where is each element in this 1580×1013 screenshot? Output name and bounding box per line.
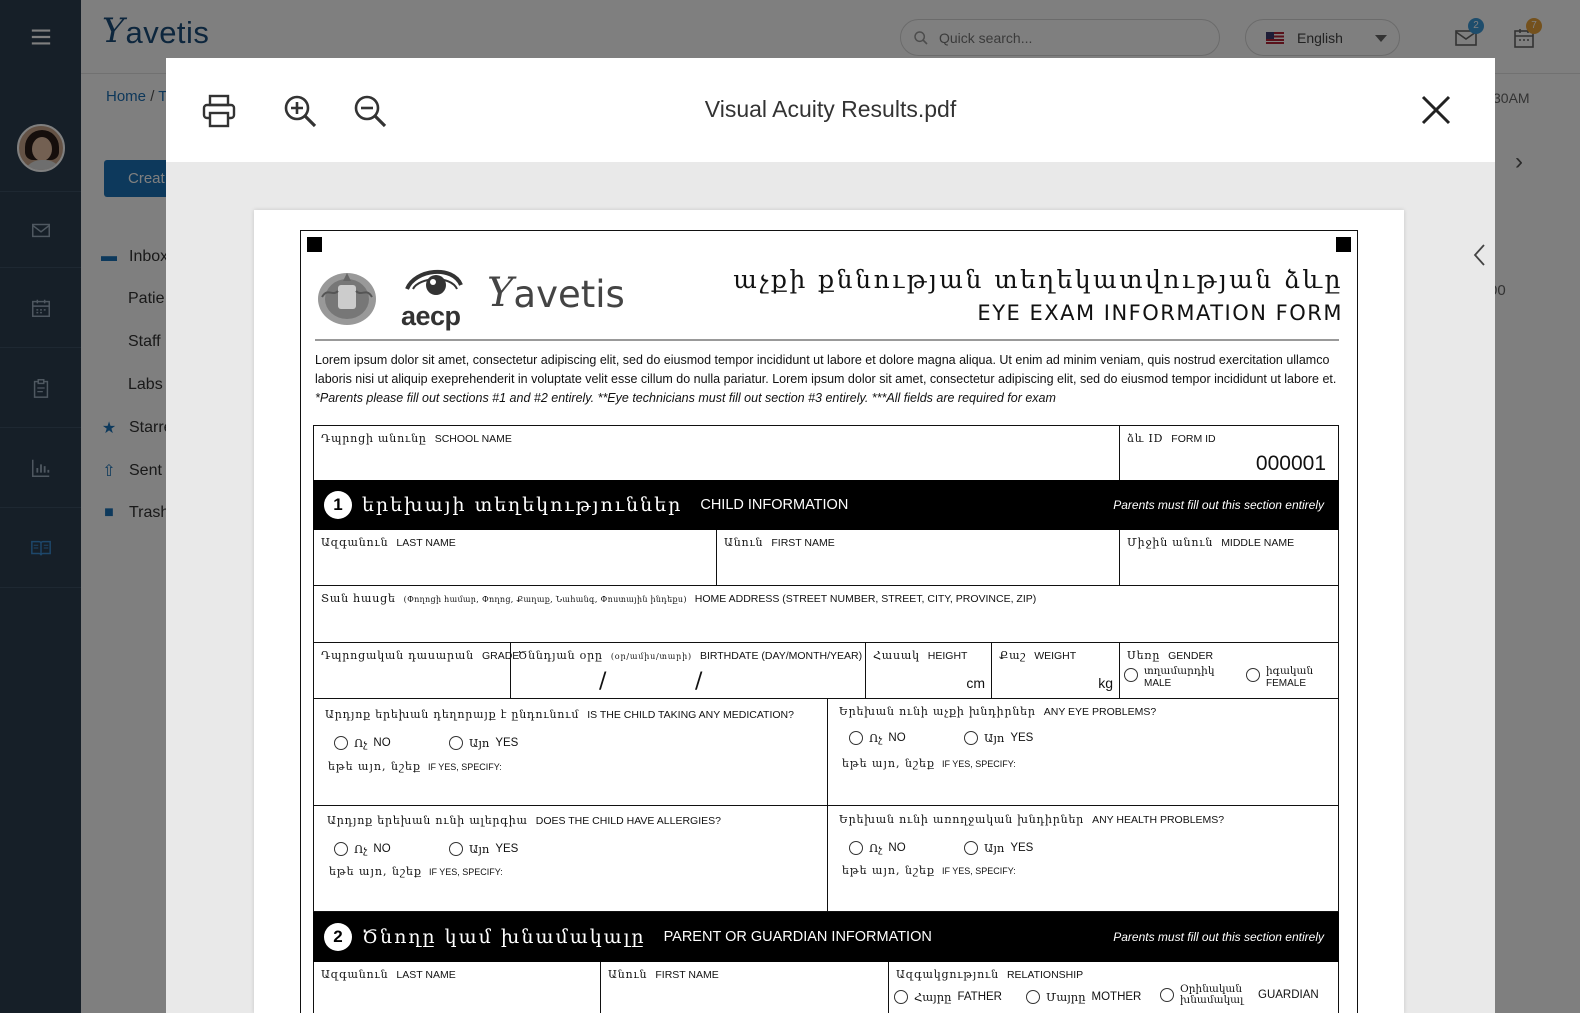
medication-yes-option[interactable]: Այո YES (449, 736, 518, 750)
radio-button[interactable] (1026, 990, 1040, 1004)
allergies-question: Արդյոք երեխան ունի ալերգիա DOES THE CHILD… (314, 806, 828, 912)
form-title: EYE EXAM INFORMATION FORM (977, 301, 1343, 325)
divider (315, 339, 1339, 341)
school-row: Դպրոցի անունը SCHOOL NAME ձև ID FORM ID 00… (313, 425, 1339, 481)
form-id-field[interactable]: ձև ID FORM ID 000001 (1120, 426, 1339, 481)
allergies-specify[interactable]: եթե այո, նշեք IF YES, SPECIFY: (329, 865, 503, 878)
aecp-logo: aecp (401, 261, 471, 331)
eye-specify[interactable]: եթե այո, նշեք IF YES, SPECIFY: (842, 757, 1016, 770)
gender-field: Սեռը GENDER տղամարդիկ MALE իգական FEMALE (1120, 643, 1339, 699)
height-field[interactable]: Հասակ HEIGHT cm (866, 643, 992, 699)
relationship-mother-option[interactable]: Մայրը MOTHER (1026, 990, 1141, 1004)
modal-header: Visual Acuity Results.pdf (166, 58, 1495, 162)
relationship-guardian-option[interactable]: Օրինական խնամակալ GUARDIAN (1160, 984, 1319, 1006)
form-title-armenian: աչքի քննության տեղեկատվության ձևը (733, 265, 1343, 294)
radio-button[interactable] (334, 842, 348, 856)
health-no-option[interactable]: Ոչ NO (849, 841, 906, 855)
medication-question: Արդյոք երեխան դեղորայք է ընդունում IS THE… (314, 699, 828, 806)
first-name-field[interactable]: Անուն FIRST NAME (717, 530, 1120, 586)
radio-button[interactable] (894, 990, 908, 1004)
avetis-logo: Yavetis (487, 270, 625, 316)
relationship-father-option[interactable]: Հայրը FATHER (894, 990, 1002, 1004)
eye-yes-option[interactable]: Այո YES (964, 731, 1033, 745)
radio-button[interactable] (849, 841, 863, 855)
pdf-page: aecp Yavetis աչքի քննության տեղեկատվությ… (254, 210, 1404, 1013)
radio-button[interactable] (964, 731, 978, 745)
radio-button[interactable] (1124, 668, 1138, 682)
gender-female-option[interactable]: իգական FEMALE (1246, 665, 1319, 690)
birthdate-field[interactable]: Ծննդյան օրը (օր/ամիս/տարի) BIRTHDATE (DAY/… (511, 643, 866, 699)
radio-button[interactable] (849, 731, 863, 745)
last-name-field[interactable]: Ազգանուն LAST NAME (314, 530, 717, 586)
school-name-field[interactable]: Դպրոցի անունը SCHOOL NAME (314, 426, 1120, 481)
radio-button[interactable] (334, 736, 348, 750)
section-2-header: 2 Ծնողը կամ խնամակալը PARENT OR GUARDIAN… (313, 912, 1339, 962)
form-id-value: 000001 (1255, 452, 1326, 475)
medication-no-option[interactable]: Ոչ NO (334, 736, 391, 750)
grade-field[interactable]: Դպրոցական դասարան GRADE (314, 643, 519, 699)
allergies-no-option[interactable]: Ոչ NO (334, 842, 391, 856)
home-address-field[interactable]: Տան հասցե (Փողոցի համար, Փողոց, Քաղաք, Նա… (314, 586, 1339, 643)
section-1-header: 1 երեխայի տեղեկություններ CHILD INFORMAT… (313, 480, 1339, 530)
radio-button[interactable] (449, 736, 463, 750)
registration-mark (307, 237, 322, 252)
close-icon[interactable] (1419, 93, 1453, 127)
weight-field[interactable]: Քաշ WEIGHT kg (992, 643, 1120, 699)
radio-button[interactable] (1160, 988, 1174, 1002)
guardian-first-name-field[interactable]: Անուն FIRST NAME (601, 962, 889, 1013)
relationship-field: Ազգակցություն RELATIONSHIP Հայրը FATHER Մա… (889, 962, 1339, 1013)
guardian-last-name-field[interactable]: Ազգանուն LAST NAME (314, 962, 601, 1013)
child-info-grid: Ազգանուն LAST NAME Անուն FIRST NAME Միջին … (313, 530, 1339, 912)
radio-button[interactable] (1246, 668, 1260, 682)
health-specify[interactable]: եթե այո, նշեք IF YES, SPECIFY: (842, 864, 1016, 877)
eye-problems-question: Երեխան ունի աչքի խնդիրներ ANY EYE PROBLEM… (828, 699, 1339, 806)
allergies-yes-option[interactable]: Այո YES (449, 842, 518, 856)
chevron-left-icon[interactable] (1472, 243, 1486, 267)
form-frame: aecp Yavetis աչքի քննության տեղեկատվությ… (300, 230, 1358, 1013)
radio-button[interactable] (449, 842, 463, 856)
document-title: Visual Acuity Results.pdf (704, 96, 957, 122)
armenia-seal-logo (318, 273, 376, 325)
health-problems-question: Երեխան ունի առողջական խնդիրներ ANY HEALTH… (839, 813, 1225, 877)
medication-specify[interactable]: եթե այո, նշեք IF YES, SPECIFY: (328, 760, 502, 773)
intro-text: Lorem ipsum dolor sit amet, consectetur … (315, 353, 1337, 405)
radio-button[interactable] (964, 841, 978, 855)
pdf-viewer-modal: Visual Acuity Results.pdf aecp Yavetis ա… (166, 58, 1495, 1013)
guardian-info-grid: Ազգանուն LAST NAME Անուն FIRST NAME Ազգակց… (313, 962, 1339, 1013)
middle-name-field[interactable]: Միջին անուն MIDDLE NAME (1120, 530, 1339, 586)
registration-mark (1336, 237, 1351, 252)
health-yes-option[interactable]: Այո YES (964, 841, 1033, 855)
eye-no-option[interactable]: Ոչ NO (849, 731, 906, 745)
gender-male-option[interactable]: տղամարդիկ MALE (1124, 665, 1220, 690)
